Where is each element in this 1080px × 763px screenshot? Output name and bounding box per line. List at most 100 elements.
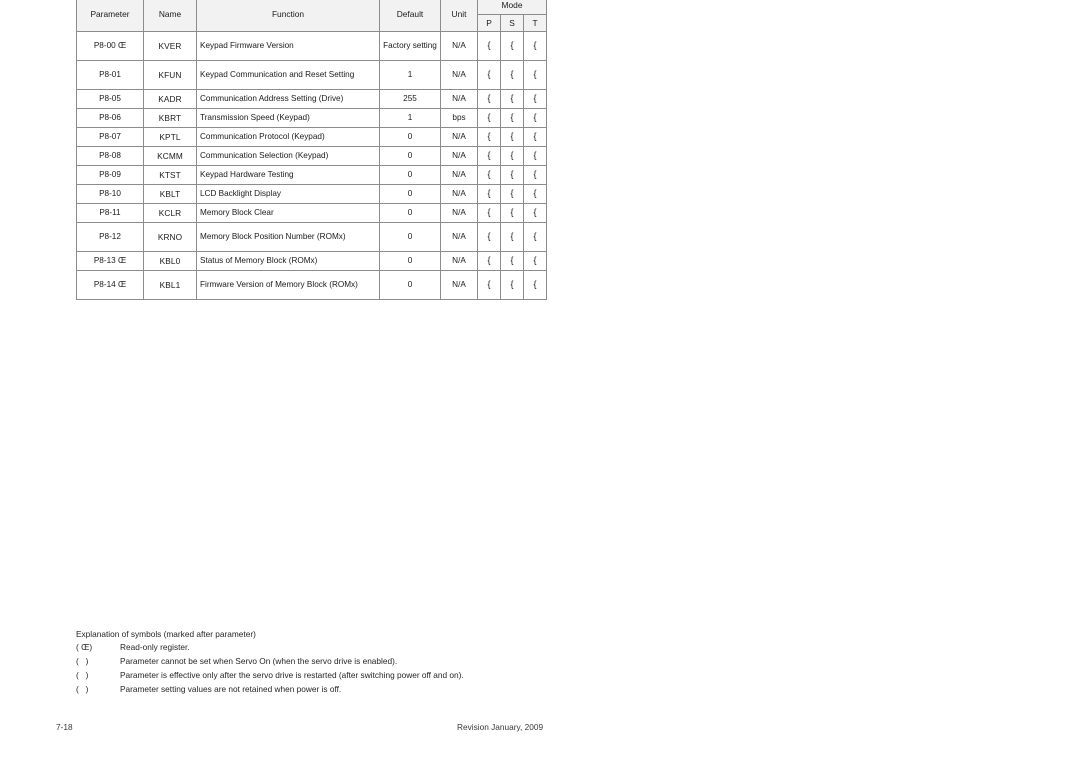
cell-unit: N/A <box>440 165 478 185</box>
cell-mode-p: { <box>477 108 501 128</box>
cell-unit: bps <box>440 108 478 128</box>
legend-symbol: ( Œ) <box>76 642 93 653</box>
cell-name: KBRT <box>143 108 197 128</box>
table-row: P8-10 KBLT LCD Backlight Display 0 N/A{{{ <box>76 184 548 204</box>
table-row: P8-00 Œ KVER Keypad Firmware Version Factor… <box>76 31 548 61</box>
cell-mode-t: { <box>522 203 548 223</box>
legend-description: Parameter cannot be set when Servo On (w… <box>120 656 398 667</box>
cell-mode-s: { <box>500 270 524 300</box>
table-header: Parameter Name Function Default Unit Mod… <box>76 0 548 32</box>
cell-mode-s: { <box>500 222 524 252</box>
page-number: 7-18 <box>56 722 73 732</box>
cell-unit: N/A <box>440 89 478 109</box>
table-row: P8-08 KCMM Communication Selection (Keypad… <box>76 146 548 166</box>
cell-default: 0 <box>379 165 441 185</box>
column-header-default: Default <box>379 0 441 32</box>
cell-name: KBL1 <box>143 270 197 300</box>
cell-mode-s: { <box>500 89 524 109</box>
cell-function: Status of Memory Block (ROMx) <box>196 251 380 271</box>
cell-default: 1 <box>379 108 441 128</box>
cell-unit: N/A <box>440 146 478 166</box>
cell-mode-t: { <box>522 89 548 109</box>
cell-parameter: P8-12 <box>76 222 144 252</box>
table-row: P8-11 KCLR Memory Block Clear 0 N/A{{{ <box>76 203 548 223</box>
cell-parameter: P8-09 <box>76 165 144 185</box>
column-header-mode: Mode <box>476 0 548 15</box>
cell-default: 0 <box>379 251 441 271</box>
cell-mode-s: { <box>500 203 524 223</box>
cell-parameter: P8-01 <box>76 60 144 90</box>
cell-mode-p: { <box>477 251 501 271</box>
cell-mode-p: { <box>477 146 501 166</box>
cell-function: Communication Protocol (Keypad) <box>196 127 380 147</box>
column-header-unit: Unit <box>440 0 478 32</box>
cell-default: 0 <box>379 222 441 252</box>
legend-symbol: ( ) <box>76 656 89 667</box>
cell-parameter: P8-06 <box>76 108 144 128</box>
cell-mode-t: { <box>522 60 548 90</box>
cell-function: Keypad Communication and Reset Setting <box>196 60 380 90</box>
cell-name: KFUN <box>143 60 197 90</box>
table-header-row-main: Parameter Name Function Default Unit Mod… <box>76 0 548 32</box>
cell-unit: N/A <box>440 251 478 271</box>
cell-parameter: P8-05 <box>76 89 144 109</box>
legend-symbol: ( ) <box>76 669 89 680</box>
cell-default: Factory setting <box>379 31 441 61</box>
legend-entry: ( ) Parameter setting values are not reta… <box>76 683 776 694</box>
cell-mode-t: { <box>522 146 548 166</box>
cell-mode-p: { <box>477 60 501 90</box>
cell-mode-t: { <box>522 31 548 61</box>
cell-function: Keypad Hardware Testing <box>196 165 380 185</box>
table-row: P8-05 KADR Communication Address Setting (… <box>76 89 548 109</box>
legend-symbol: ( ) <box>76 683 89 694</box>
legend-title: Explanation of symbols (marked after par… <box>76 629 256 639</box>
cell-function: Firmware Version of Memory Block (ROMx) <box>196 270 380 300</box>
cell-name: KCMM <box>143 146 197 166</box>
cell-name: KBL0 <box>143 251 197 271</box>
cell-function: Communication Address Setting (Drive) <box>196 89 380 109</box>
legend-entry: ( ) Parameter is effective only after the… <box>76 669 776 680</box>
column-header-function: Function <box>196 0 380 32</box>
cell-parameter: P8-00 Œ <box>76 31 144 61</box>
cell-function: LCD Backlight Display <box>196 184 380 204</box>
cell-parameter: P8-13 Œ <box>76 251 144 271</box>
cell-mode-s: { <box>500 184 524 204</box>
cell-function: Transmission Speed (Keypad) <box>196 108 380 128</box>
cell-mode-p: { <box>477 89 501 109</box>
symbol-legend: Explanation of symbols (marked after par… <box>76 630 776 698</box>
cell-default: 0 <box>379 184 441 204</box>
cell-name: KRNO <box>143 222 197 252</box>
cell-mode-s: { <box>500 31 524 61</box>
table-body: P8-00 Œ KVER Keypad Firmware Version Factor… <box>76 31 548 300</box>
cell-parameter: P8-10 <box>76 184 144 204</box>
cell-default: 0 <box>379 203 441 223</box>
cell-name: KVER <box>143 31 197 61</box>
cell-mode-p: { <box>477 270 501 300</box>
cell-default: 0 <box>379 270 441 300</box>
cell-mode-s: { <box>500 165 524 185</box>
table-row: P8-09 KTST Keypad Hardware Testing 0 N/A{{{ <box>76 165 548 185</box>
cell-parameter: P8-14 Œ <box>76 270 144 300</box>
cell-parameter: P8-11 <box>76 203 144 223</box>
legend-entry: ( ) Parameter cannot be set when Servo On… <box>76 656 776 667</box>
cell-mode-t: { <box>522 108 548 128</box>
column-header-mode-s: S <box>500 13 524 32</box>
table-row: P8-12 KRNO Memory Block Position Number (R… <box>76 222 548 252</box>
cell-mode-s: { <box>500 146 524 166</box>
cell-name: KBLT <box>143 184 197 204</box>
cell-default: 0 <box>379 146 441 166</box>
revision-text: Revision January, 2009 <box>457 722 544 732</box>
parameter-table: Parameter Name Function Default Unit Mod… <box>76 0 548 300</box>
cell-mode-p: { <box>477 165 501 185</box>
cell-mode-t: { <box>522 127 548 147</box>
cell-mode-t: { <box>522 270 548 300</box>
cell-function: Memory Block Position Number (ROMx) <box>196 222 380 252</box>
table-row: P8-06 KBRT Transmission Speed (Keypad) 1 bps… <box>76 108 548 128</box>
cell-unit: N/A <box>440 203 478 223</box>
cell-unit: N/A <box>440 270 478 300</box>
cell-mode-p: { <box>477 31 501 61</box>
cell-default: 0 <box>379 127 441 147</box>
cell-mode-p: { <box>477 127 501 147</box>
cell-mode-s: { <box>500 60 524 90</box>
cell-unit: N/A <box>440 60 478 90</box>
